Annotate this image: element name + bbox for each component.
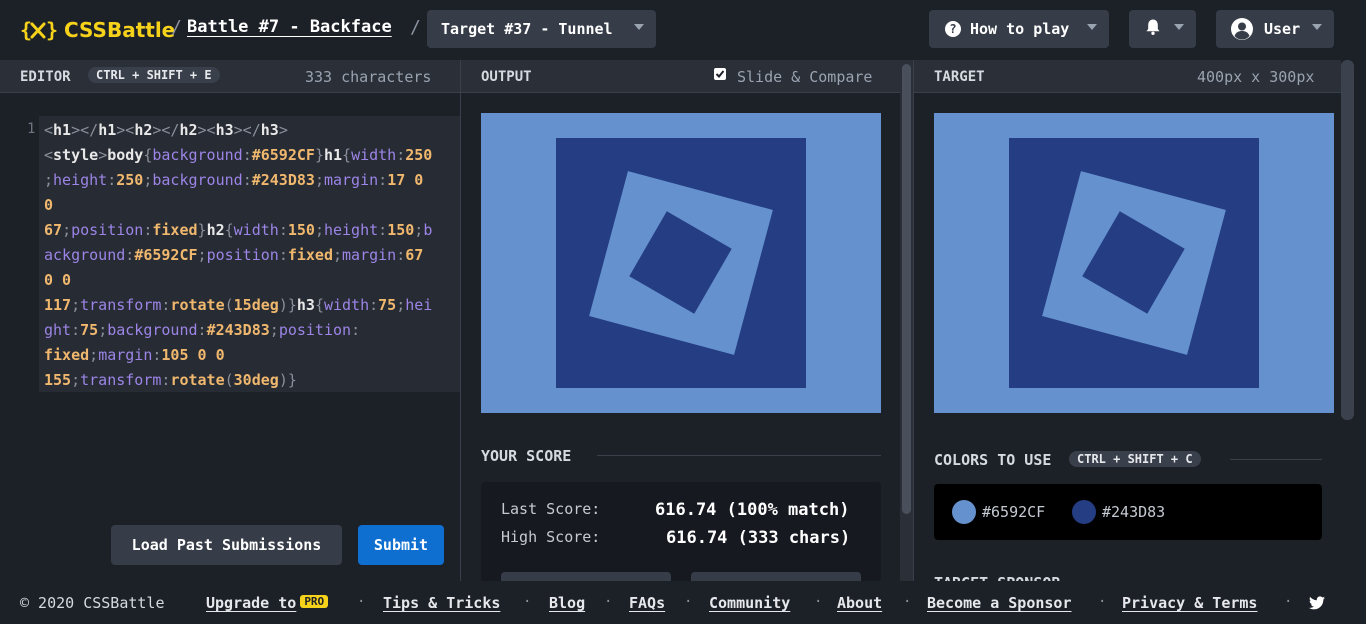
cssbattle-logo[interactable]: { } CSSBattle	[20, 15, 175, 45]
color-hex[interactable]: #6592CF	[982, 503, 1045, 521]
chevron-down-icon	[1087, 24, 1097, 30]
chevron-down-icon	[1312, 24, 1322, 30]
target-select-label: Target #37 - Tunnel	[441, 20, 613, 38]
faqs-link[interactable]: FAQs	[629, 594, 665, 612]
panel-divider	[460, 60, 461, 581]
target-header: TARGET 400px x 300px	[914, 60, 1341, 93]
scrollbar-thumb[interactable]	[902, 64, 911, 514]
code-line: 67;position:fixed}h2{width:150;height:15…	[44, 221, 433, 239]
target-sponsor-title: TARGET SPONSOR	[934, 574, 1134, 581]
pro-badge: PRO	[300, 595, 329, 608]
user-label: User	[1264, 20, 1301, 38]
logo-icon: { }	[20, 17, 58, 43]
output-canvas[interactable]	[481, 113, 881, 413]
colors-title: COLORS TO USE	[934, 451, 1052, 469]
scrollbar-thumb[interactable]	[1341, 60, 1354, 420]
footer-separator: ·	[1098, 594, 1107, 610]
target-title: TARGET	[934, 69, 985, 85]
target-canvas	[934, 113, 1334, 413]
about-link[interactable]: About	[837, 594, 882, 612]
output-title: OUTPUT	[481, 69, 532, 85]
editor-header: EDITOR CTRL + SHIFT + E 333 characters	[0, 60, 460, 93]
code-line: ght:75;background:#243D83;position:	[44, 321, 361, 339]
target-size: 400px x 300px	[1197, 68, 1315, 86]
svg-text:{: {	[20, 18, 31, 42]
code-line: fixed;margin:105 0 0	[44, 346, 225, 364]
svg-text:}: }	[46, 18, 57, 42]
tips-link[interactable]: Tips & Tricks	[383, 594, 500, 612]
editor-title: EDITOR	[20, 69, 71, 85]
community-link[interactable]: Community	[709, 594, 790, 612]
become-sponsor-link[interactable]: Become a Sponsor	[927, 594, 1072, 612]
footer-separator: ·	[684, 594, 693, 610]
code-line: ;height:250;background:#243D83;margin:17…	[44, 171, 424, 189]
chevron-down-icon	[1174, 24, 1184, 30]
footer-separator: ·	[604, 594, 613, 610]
char-count: 333 characters	[305, 68, 432, 86]
color-swatch[interactable]	[1072, 500, 1096, 524]
footer-separator: ·	[903, 594, 912, 610]
checkbox-icon[interactable]	[714, 68, 726, 80]
privacy-terms-link[interactable]: Privacy & Terms	[1122, 594, 1257, 612]
score-action-button[interactable]	[691, 572, 861, 581]
code-line: <h1></h1><h2></h2><h3></h3>	[44, 121, 288, 139]
line-number: 1	[27, 121, 36, 137]
target-select[interactable]: Target #37 - Tunnel	[427, 10, 656, 48]
twitter-icon[interactable]	[1309, 596, 1325, 614]
your-score-title: YOUR SCORE	[481, 447, 572, 465]
how-to-play-button[interactable]: ? How to play	[929, 10, 1109, 48]
submit-button[interactable]: Submit	[358, 525, 444, 565]
footer-separator: ·	[523, 594, 532, 610]
user-menu-button[interactable]: User	[1216, 10, 1334, 48]
blog-link[interactable]: Blog	[549, 594, 585, 612]
footer-separator: ·	[814, 594, 823, 610]
upgrade-label: Upgrade to	[206, 594, 297, 612]
code-line: 155;transform:rotate(30deg)}	[44, 371, 297, 389]
slide-compare-label[interactable]: Slide & Compare	[737, 68, 872, 86]
high-score-value: 616.74 (333 chars)	[666, 528, 851, 548]
user-icon	[1230, 17, 1254, 41]
question-icon: ?	[945, 21, 961, 37]
logo-text: CSSBattle	[64, 18, 176, 42]
output-header: OUTPUT Slide & Compare	[461, 60, 900, 93]
panel-divider	[913, 60, 914, 581]
code-line: 117;transform:rotate(15deg)}h3{width:75;…	[44, 296, 433, 314]
code-line: <style>body{background:#6592CF}h1{width:…	[44, 146, 433, 164]
chevron-down-icon	[634, 24, 644, 30]
notifications-button[interactable]	[1129, 10, 1196, 48]
editor-shortcut: CTRL + SHIFT + E	[88, 67, 220, 83]
bell-icon	[1144, 18, 1162, 40]
divider	[597, 455, 881, 456]
color-hex[interactable]: #243D83	[1102, 503, 1165, 521]
footer-separator: ·	[357, 594, 366, 610]
how-to-play-label: How to play	[970, 20, 1070, 38]
copyright: © 2020 CSSBattle	[20, 594, 165, 612]
upgrade-link[interactable]: Upgrade to PRO	[206, 594, 329, 612]
last-score-value: 616.74 (100% match)	[655, 500, 850, 520]
battle-link[interactable]: Battle #7 - Backface	[187, 17, 392, 37]
footer-separator: ·	[1284, 594, 1293, 610]
colors-shortcut: CTRL + SHIFT + C	[1069, 451, 1201, 467]
code-line: 0 0	[44, 271, 72, 289]
code-line: 0	[44, 196, 54, 214]
load-past-submissions-button[interactable]: Load Past Submissions	[111, 525, 342, 565]
breadcrumb-separator: /	[410, 17, 421, 38]
high-score-label: High Score:	[501, 528, 601, 546]
code-line: ackground:#6592CF;position:fixed;margin:…	[44, 246, 424, 264]
breadcrumb-separator: /	[171, 17, 182, 38]
color-swatch[interactable]	[952, 500, 976, 524]
header: { } CSSBattle / Battle #7 - Backface / T…	[0, 0, 1366, 60]
divider	[1230, 459, 1322, 460]
last-score-label: Last Score:	[501, 500, 601, 518]
score-action-button[interactable]	[501, 572, 671, 581]
